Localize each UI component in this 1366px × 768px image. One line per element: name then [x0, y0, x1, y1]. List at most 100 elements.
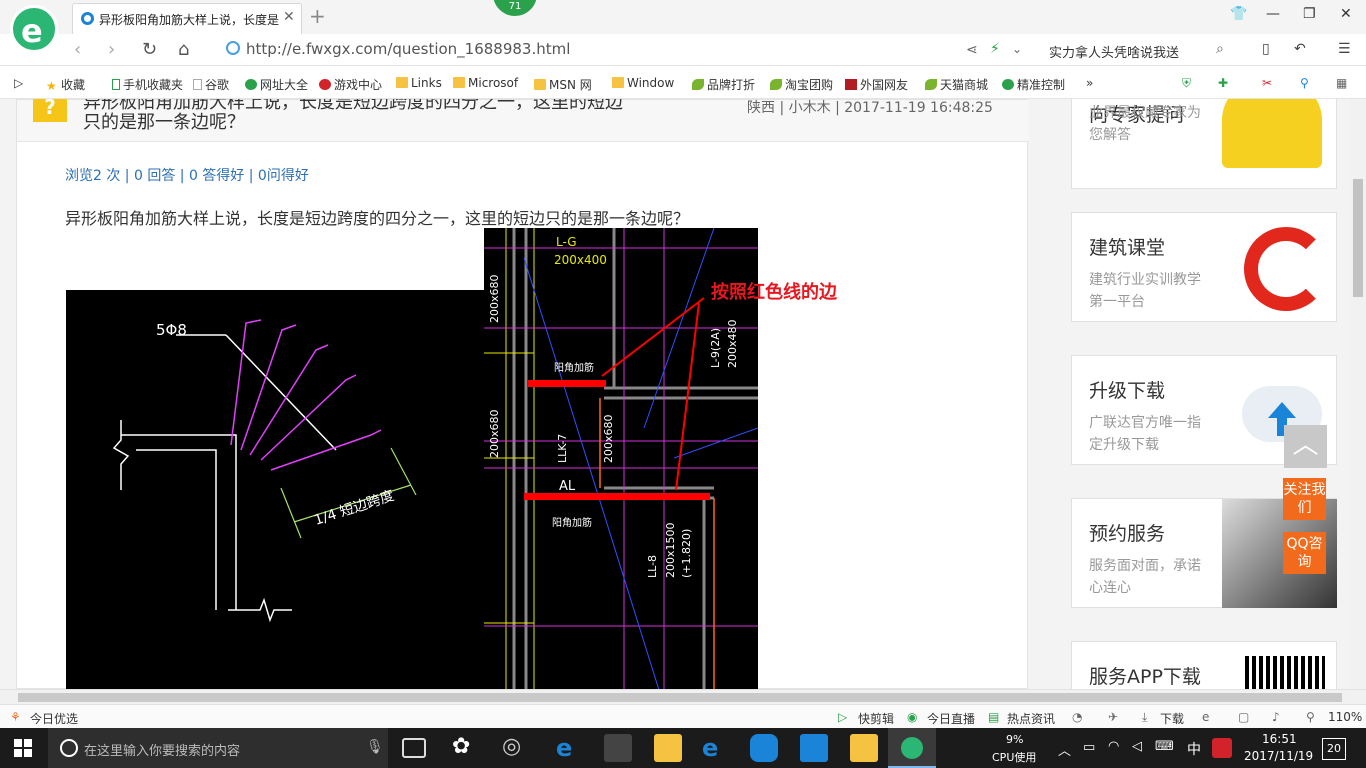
battery-icon[interactable]: ▭ [1083, 740, 1095, 755]
magnifier-icon[interactable]: ⚲ [1300, 76, 1309, 90]
menu-icon[interactable]: ☰ [1338, 41, 1351, 57]
share-icon[interactable]: ⋖ [966, 42, 978, 58]
card-classroom[interactable]: 建筑课堂 建筑行业实训教学第一平台 [1071, 212, 1337, 322]
page-viewport: ? 异形板阳角加筋大样上说，长度是短边跨度的四分之一，这里的短边 只的是那一条边… [0, 99, 1350, 689]
volume-icon[interactable]: ♪ [1272, 710, 1280, 724]
card-title: 预约服务 [1089, 523, 1166, 545]
url-field[interactable]: http://e.fwxgx.com/question_1688983.html [226, 39, 1026, 61]
taskbar-search[interactable]: 在这里输入你要搜索的内容 🎙 [48, 728, 388, 768]
qq-consult-button[interactable]: QQ咨询 [1283, 532, 1326, 574]
wifi-icon[interactable]: ◠ [1108, 739, 1119, 754]
bookmark-links[interactable]: Links [396, 76, 442, 90]
ie-icon[interactable]: e [702, 734, 730, 762]
translate-icon[interactable]: ✚ [1218, 76, 1228, 90]
tab-active[interactable]: 异形板阳角加筋大样上说，长度是 ✕ [72, 3, 302, 34]
follow-us-button[interactable]: 关注我们 [1283, 478, 1326, 520]
bookmark-brand[interactable]: 品牌打折 [692, 76, 755, 93]
tray-up-icon[interactable]: ︿ [1058, 740, 1071, 759]
bookmark-precise[interactable]: 精准控制 [1002, 76, 1065, 93]
bookmark-msn[interactable]: MSN 网 [534, 76, 592, 93]
ie-mode-icon[interactable]: e [1202, 710, 1209, 724]
clip-icon: ▷ [838, 710, 848, 724]
undo-icon[interactable]: ↶ [1294, 41, 1306, 57]
pinwheel-app-icon[interactable]: ✿ [452, 734, 480, 762]
bookmark-windows[interactable]: Window [612, 76, 674, 90]
store-icon[interactable] [604, 734, 632, 762]
windows-start-icon[interactable] [14, 739, 32, 757]
today-picks[interactable]: 今日优选 [30, 710, 78, 727]
status-clip[interactable]: 快剪辑 [858, 710, 894, 727]
question-stats[interactable]: 浏览2 次 | 0 回答 | 0 答得好 | 0问得好 [65, 165, 309, 185]
speaker-icon[interactable]: ◁ [1132, 739, 1142, 754]
status-download[interactable]: 下载 [1160, 710, 1184, 727]
task-view-icon[interactable] [402, 738, 426, 758]
phone-icon[interactable]: ▯ [1262, 41, 1270, 57]
speed-icon[interactable]: ◔ [1072, 710, 1082, 724]
status-live[interactable]: 今日直播 [927, 710, 975, 727]
new-tab-icon[interactable]: + [309, 4, 326, 28]
card-desc: 服务面对面，承诺心连心 [1089, 558, 1201, 596]
search-icon[interactable]: ⌕ [1216, 41, 1224, 57]
minimize-icon[interactable]: — [1266, 6, 1280, 22]
scissors-icon[interactable]: ✂ [1262, 76, 1272, 90]
status-news[interactable]: 热点资讯 [1007, 710, 1055, 727]
g-app-icon[interactable] [750, 734, 778, 762]
restore-icon[interactable]: ❐ [1303, 6, 1316, 22]
search-input[interactable]: 实力拿人头凭啥说我送 [1049, 42, 1179, 61]
label-elevation: (+1.820) [680, 529, 693, 578]
home-icon[interactable]: ⌂ [178, 39, 189, 60]
vertical-scrollbar[interactable] [1350, 99, 1366, 689]
shield-icon[interactable]: ⛨ [1182, 76, 1191, 91]
horizontal-scrollbar[interactable] [0, 689, 1366, 704]
refresh-icon[interactable]: ↻ [142, 39, 157, 60]
lightning-icon[interactable]: ⚡ [990, 41, 1000, 57]
back-to-top-button[interactable]: ︿ [1284, 425, 1327, 468]
clock-time[interactable]: 16:51 [1262, 732, 1297, 746]
close-window-icon[interactable]: ✕ [1340, 6, 1352, 22]
pin-icon[interactable]: ✈ [1108, 710, 1118, 724]
bookmark-taobao[interactable]: 淘宝团购 [770, 76, 833, 93]
notification-center-icon[interactable]: 20 [1322, 738, 1346, 760]
bookmark-google[interactable]: 谷歌 [193, 76, 229, 93]
zoom-level[interactable]: 110% [1328, 710, 1362, 724]
edge-icon[interactable]: e [556, 734, 584, 762]
game-icon [319, 79, 331, 90]
browser-logo-icon[interactable]: e [10, 5, 58, 53]
back-icon[interactable]: ‹ [74, 39, 81, 60]
bookmark-mobile[interactable]: 手机收藏夹 [112, 76, 183, 93]
bookmark-portal[interactable]: 网址大全 [245, 76, 308, 93]
clock-date[interactable]: 2017/11/19 [1244, 749, 1313, 763]
card-ask-expert[interactable]: 向专家提问 业界最权威专家为您解答 [1071, 99, 1337, 189]
more-bookmarks-icon[interactable]: » [1086, 76, 1093, 90]
cad-detail-image: 5Φ8 1/4 短边跨度 [66, 290, 486, 689]
sidebar-toggle-icon[interactable]: ▷ [14, 76, 23, 90]
live-icon: ◉ [907, 710, 918, 724]
browser-taskbar-icon[interactable] [888, 728, 936, 768]
bookmark-favorites[interactable]: ★ 收藏 [46, 76, 85, 93]
chevron-down-icon[interactable]: ⌄ [1012, 42, 1022, 56]
bookmark-foreign[interactable]: 外国网友 [845, 76, 908, 93]
file-explorer-icon[interactable] [654, 734, 682, 762]
card-desc: 业界最权威专家为您解答 [1089, 105, 1201, 143]
ime-indicator[interactable]: 中 [1187, 739, 1201, 759]
bookmark-microsoft[interactable]: Microsof [453, 76, 518, 90]
grid-menu-icon[interactable]: ▦ [1336, 76, 1347, 90]
question-meta: 陕西 | 小木木 | 2017-11-19 16:48:25 [747, 100, 993, 116]
forward-icon[interactable]: › [108, 39, 115, 60]
sogou-icon[interactable] [1212, 738, 1232, 758]
window-icon[interactable]: ▢ [1238, 710, 1249, 724]
cross-app-icon[interactable] [800, 734, 828, 762]
bookmark-games[interactable]: 游戏中心 [319, 76, 382, 93]
tab-close-icon[interactable]: ✕ [283, 9, 295, 25]
keyboard-icon[interactable]: ⌨ [1155, 739, 1174, 754]
shirt-icon[interactable]: 👕 [1230, 6, 1247, 22]
star-icon: ★ [46, 79, 57, 93]
bookmark-tmall[interactable]: 天猫商城 [925, 76, 988, 93]
card-app-download[interactable]: 服务APP下载 [1071, 641, 1337, 689]
notification-badge[interactable]: 71 [493, 0, 537, 16]
microphone-icon[interactable]: 🎙 [366, 739, 384, 755]
notes-app-icon[interactable] [850, 734, 878, 762]
card-title: 服务APP下载 [1089, 666, 1201, 688]
url-text[interactable]: http://e.fwxgx.com/question_1688983.html [246, 40, 570, 58]
swirl-app-icon[interactable]: ◎ [502, 734, 530, 762]
